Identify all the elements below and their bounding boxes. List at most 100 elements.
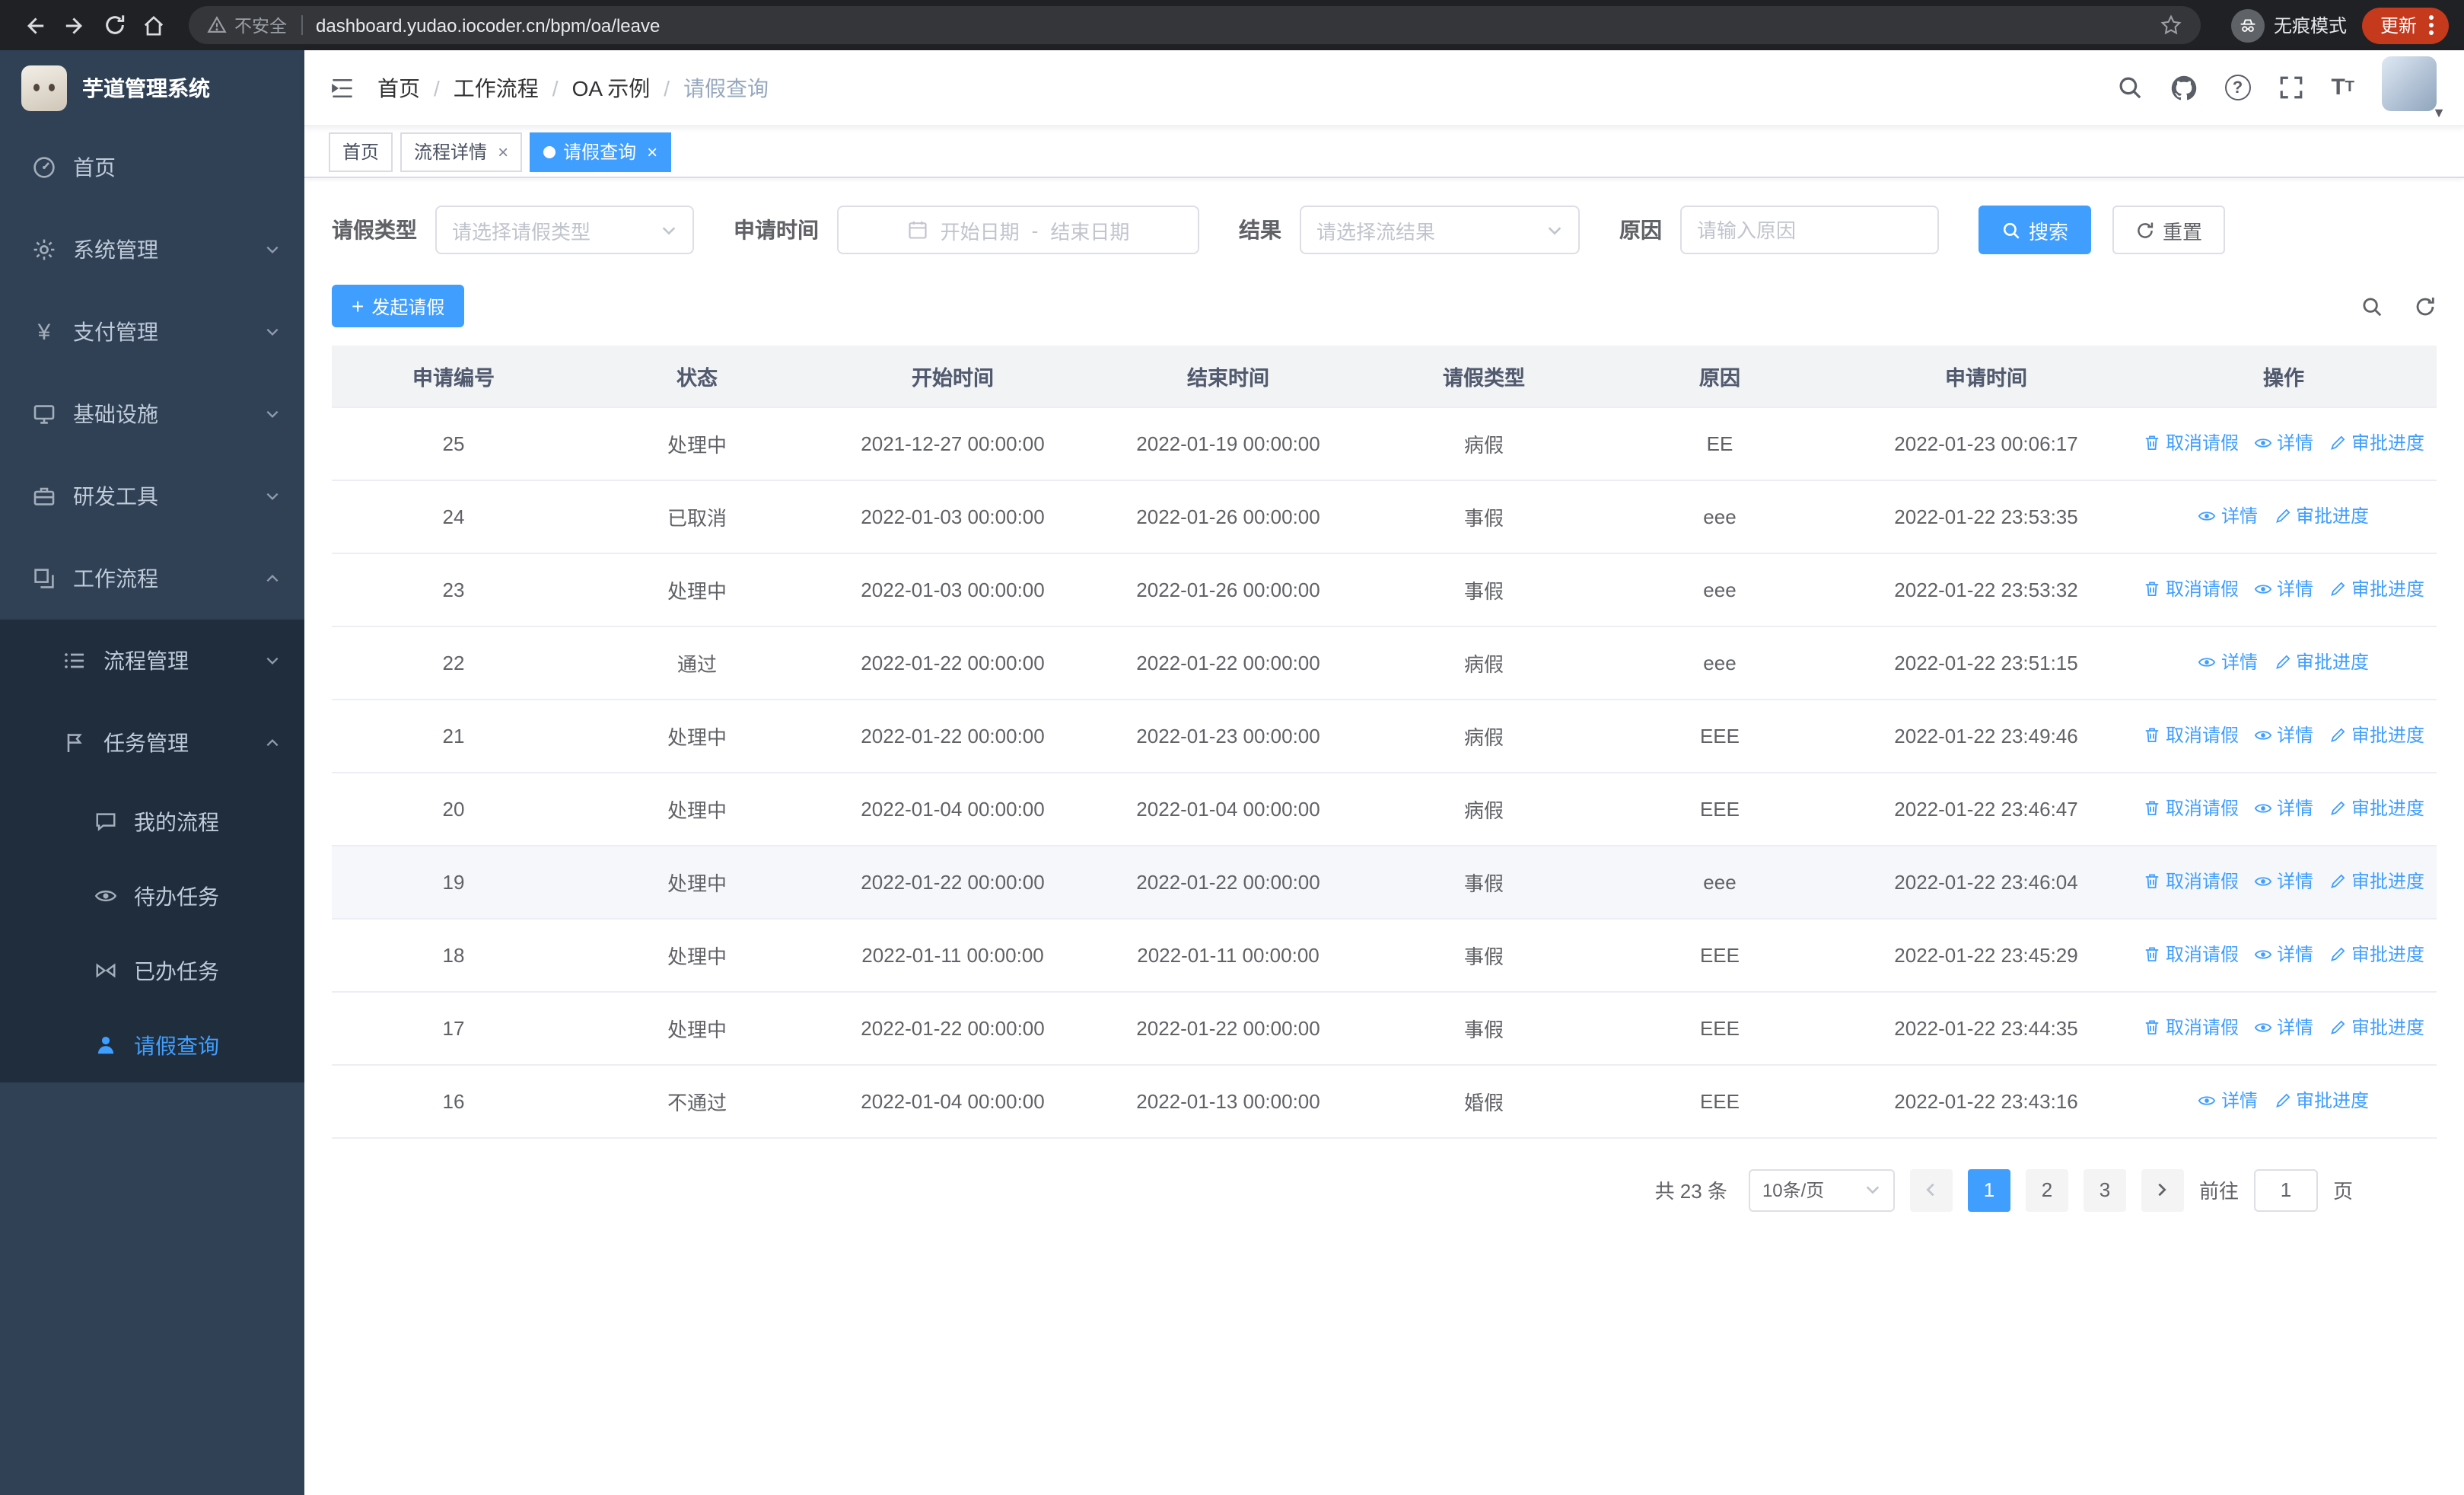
detail-link[interactable]: 详情 [2254,1015,2313,1041]
approval-progress-link[interactable]: 审批进度 [2273,649,2369,675]
table-row: 19 处理中 2022-01-22 00:00:00 2022-01-22 00… [332,845,2437,919]
next-page-button[interactable] [2141,1168,2184,1211]
create-leave-button[interactable]: + 发起请假 [332,285,465,327]
sidebar-item-todo-task[interactable]: 待办任务 [0,859,304,933]
detail-link[interactable]: 详情 [2254,430,2313,456]
cancel-leave-link[interactable]: 取消请假 [2143,869,2239,894]
detail-link[interactable]: 详情 [2254,869,2313,894]
browser-forward-icon[interactable] [55,5,94,45]
sidebar-item-leave-query[interactable]: 请假查询 [0,1008,304,1082]
cancel-leave-link[interactable]: 取消请假 [2143,722,2239,748]
update-label: 更新 [2380,15,2417,37]
detail-link[interactable]: 详情 [2198,503,2258,529]
toggle-search-icon[interactable] [2361,295,2383,317]
sidebar-item-home[interactable]: 首页 [0,126,304,209]
security-warning[interactable]: 不安全 [207,13,287,37]
approval-progress-link[interactable]: 审批进度 [2273,1088,2369,1114]
table-row: 24 已取消 2022-01-03 00:00:00 2022-01-26 00… [332,480,2437,553]
detail-link[interactable]: 详情 [2198,1088,2258,1114]
detail-link[interactable]: 详情 [2254,942,2313,967]
breadcrumb-current: 请假查询 [683,75,769,100]
sidebar-item-my-process[interactable]: 我的流程 [0,784,304,859]
sidebar-item-done-task[interactable]: 已办任务 [0,933,304,1008]
address-divider [301,15,302,35]
approval-progress-link[interactable]: 审批进度 [2329,1015,2424,1041]
cancel-leave-link[interactable]: 取消请假 [2143,576,2239,602]
cancel-leave-link[interactable]: 取消请假 [2143,430,2239,456]
breadcrumb-oa-example[interactable]: OA 示例 [572,72,651,103]
goto-page-input[interactable] [2253,1168,2318,1211]
table-toolbar: + 发起请假 [332,285,2437,327]
sidebar-toggle-icon[interactable] [329,74,356,101]
avatar[interactable] [2382,56,2437,110]
user-menu[interactable]: ▼ [2382,56,2446,120]
page-2-button[interactable]: 2 [2025,1168,2068,1211]
approval-progress-link[interactable]: 审批进度 [2329,869,2424,894]
browser-update-button[interactable]: 更新 [2361,7,2449,43]
sidebar-item-task-mgmt[interactable]: 任务管理 [0,702,304,784]
prev-page-button[interactable] [1909,1168,1953,1211]
approval-progress-link[interactable]: 审批进度 [2329,795,2424,821]
leave-type-select[interactable]: 请选择请假类型 [435,206,694,254]
search-icon[interactable] [2116,75,2142,100]
sidebar-item-workflow[interactable]: 工作流程 [0,537,304,620]
result-select[interactable]: 请选择流结果 [1300,206,1580,254]
sidebar-item-infrastructure[interactable]: 基础设施 [0,373,304,455]
sidebar-item-devtools[interactable]: 研发工具 [0,455,304,537]
page-1-button[interactable]: 1 [1967,1168,2010,1211]
cell-apply-time: 2022-01-22 23:43:16 [1842,1064,2131,1138]
browser-home-icon[interactable] [134,5,173,45]
reason-input[interactable] [1680,206,1939,254]
detail-link[interactable]: 详情 [2198,649,2258,675]
approval-progress-link[interactable]: 审批进度 [2329,722,2424,748]
tab-close-icon[interactable]: × [495,141,508,162]
tab-home[interactable]: 首页 [329,132,393,171]
approval-progress-link[interactable]: 审批进度 [2329,430,2424,456]
tab-process-detail[interactable]: 流程详情 × [400,132,523,171]
approval-progress-link[interactable]: 审批进度 [2329,942,2424,967]
chevron-down-icon [1546,222,1563,238]
cell-apply-id: 17 [332,991,575,1065]
tab-close-icon[interactable]: × [644,141,657,162]
cell-apply-time: 2022-01-22 23:45:29 [1842,918,2131,992]
cancel-leave-link[interactable]: 取消请假 [2143,1015,2239,1041]
cell-status: 处理中 [575,553,819,626]
reset-button[interactable]: 重置 [2112,206,2226,254]
font-size-icon[interactable]: TT [2331,76,2354,99]
search-button[interactable]: 搜索 [1979,206,2092,254]
col-status: 状态 [575,346,819,407]
detail-link[interactable]: 详情 [2254,576,2313,602]
cell-status: 处理中 [575,991,819,1065]
detail-link[interactable]: 详情 [2254,795,2313,821]
approval-progress-link[interactable]: 审批进度 [2329,576,2424,602]
cell-status: 通过 [575,626,819,700]
browser-menu-icon[interactable] [2426,15,2437,35]
page-size-select[interactable]: 10条/页 [1748,1168,1895,1211]
cell-apply-id: 21 [332,699,575,773]
tab-leave-query[interactable]: 请假查询 × [530,132,672,171]
sidebar-item-payment[interactable]: ¥ 支付管理 [0,291,304,373]
sidebar-item-system[interactable]: 系统管理 [0,209,304,291]
sidebar-item-process-mgmt[interactable]: 流程管理 [0,620,304,702]
page-3-button[interactable]: 3 [2083,1168,2126,1211]
cell-actions: 取消请假 详情 审批进度 [2131,991,2437,1065]
goto-suffix: 页 [2332,1180,2353,1203]
breadcrumb-workflow[interactable]: 工作流程 [454,72,539,103]
approval-progress-link[interactable]: 审批进度 [2273,503,2369,529]
bookmark-star-icon[interactable] [2160,14,2182,37]
apply-time-range-picker[interactable]: 开始日期 - 结束日期 [837,206,1199,254]
browser-back-icon[interactable] [15,5,55,45]
chevron-up-icon [265,571,280,586]
breadcrumb-home[interactable]: 首页 [377,72,420,103]
refresh-icon[interactable] [2414,295,2437,317]
detail-link[interactable]: 详情 [2254,722,2313,748]
browser-reload-icon[interactable] [94,5,134,45]
cancel-leave-link[interactable]: 取消请假 [2143,795,2239,821]
plus-icon: + [352,294,365,318]
help-icon[interactable]: ? [2224,75,2251,100]
github-icon[interactable] [2170,74,2197,101]
fullscreen-icon[interactable] [2278,75,2303,100]
address-bar[interactable]: 不安全 dashboard.yudao.iocoder.cn/bpm/oa/le… [189,6,2201,44]
sidebar-menu: 首页 系统管理 ¥ 支付管理 基础设施 研发工具 工作流程 流程管理 任务管理 … [0,126,304,1082]
cancel-leave-link[interactable]: 取消请假 [2143,942,2239,967]
